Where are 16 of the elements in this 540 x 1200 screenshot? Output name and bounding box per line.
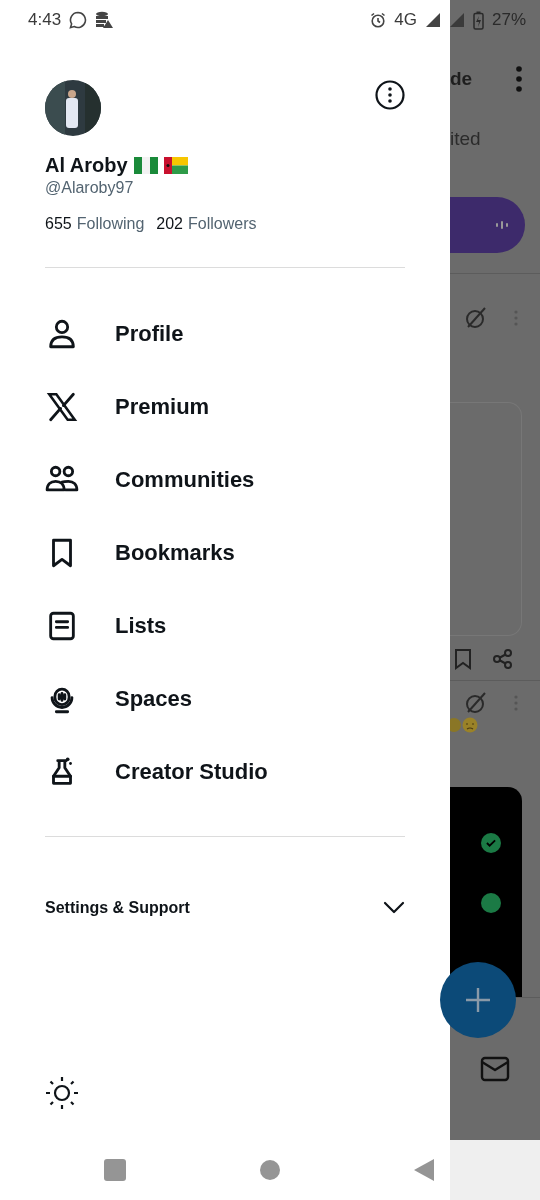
followers-link[interactable]: 202 Followers [156, 215, 257, 233]
settings-support-toggle[interactable]: Settings & Support [45, 899, 190, 917]
network-type: 4G [394, 10, 417, 30]
following-link[interactable]: 655 Following [45, 215, 145, 233]
menu-item[interactable]: Communities [45, 454, 405, 506]
profile-handle: @Alaroby97 [45, 179, 135, 197]
menu-item[interactable]: Profile [45, 308, 405, 360]
header-text: de [450, 68, 473, 90]
menu-item[interactable]: Bookmarks [45, 527, 405, 579]
menu-item[interactable]: Spaces [45, 673, 405, 725]
menu-item[interactable]: Lists [45, 600, 405, 652]
battery-level: 27% [491, 10, 526, 30]
menu-item[interactable]: Creator Studio [45, 746, 405, 798]
menu-item[interactable]: Premium [45, 381, 405, 433]
profile-name: Al Aroby [45, 154, 128, 177]
status-time: 4:43 [28, 10, 62, 30]
